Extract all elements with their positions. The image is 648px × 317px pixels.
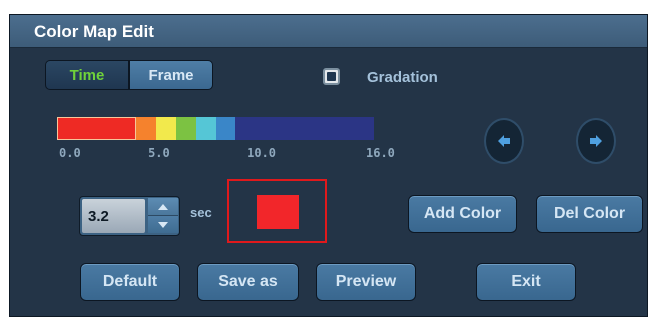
del-color-button[interactable]: Del Color bbox=[536, 195, 643, 233]
prev-color-button[interactable] bbox=[484, 118, 524, 164]
stepper-up-button[interactable] bbox=[148, 198, 178, 216]
scale-tick-label: 5.0 bbox=[148, 146, 170, 160]
arrow-right-icon bbox=[590, 135, 602, 147]
dialog-title: Color Map Edit bbox=[34, 22, 154, 41]
color-segment[interactable] bbox=[215, 117, 236, 140]
color-segment[interactable] bbox=[156, 117, 176, 140]
triangle-down-icon bbox=[158, 221, 168, 228]
scale-tick-label: 0.0 bbox=[59, 146, 81, 160]
next-color-button[interactable] bbox=[576, 118, 616, 164]
time-value: 3.2 bbox=[88, 208, 109, 225]
time-input[interactable]: 3.2 bbox=[82, 199, 145, 233]
color-map-edit-dialog: Color Map Edit Time Frame Gradation 0.0 5… bbox=[9, 14, 648, 317]
add-color-button[interactable]: Add Color bbox=[408, 195, 517, 233]
gradation-label: Gradation bbox=[367, 69, 438, 86]
time-unit-label: sec bbox=[190, 205, 212, 220]
stepper-down-button[interactable] bbox=[148, 216, 178, 233]
save-as-button[interactable]: Save as bbox=[197, 263, 299, 301]
preview-button[interactable]: Preview bbox=[316, 263, 416, 301]
mode-time-toggle[interactable]: Time bbox=[45, 60, 129, 90]
time-stepper[interactable]: 3.2 bbox=[79, 196, 180, 236]
default-button[interactable]: Default bbox=[80, 263, 180, 301]
color-segment[interactable] bbox=[57, 117, 137, 140]
color-segment[interactable] bbox=[235, 117, 374, 140]
color-segment[interactable] bbox=[136, 117, 157, 140]
exit-button[interactable]: Exit bbox=[476, 263, 576, 301]
color-segment[interactable] bbox=[175, 117, 196, 140]
triangle-up-icon bbox=[158, 203, 168, 210]
current-color-swatch[interactable] bbox=[257, 195, 299, 229]
color-segment[interactable] bbox=[195, 117, 216, 140]
scale-tick-label: 16.0 bbox=[366, 146, 395, 160]
gradation-checkbox[interactable] bbox=[323, 68, 340, 85]
title-bar: Color Map Edit bbox=[10, 15, 647, 48]
mode-frame-toggle[interactable]: Frame bbox=[129, 60, 213, 90]
arrow-left-icon bbox=[498, 135, 510, 147]
scale-tick-label: 10.0 bbox=[247, 146, 277, 160]
